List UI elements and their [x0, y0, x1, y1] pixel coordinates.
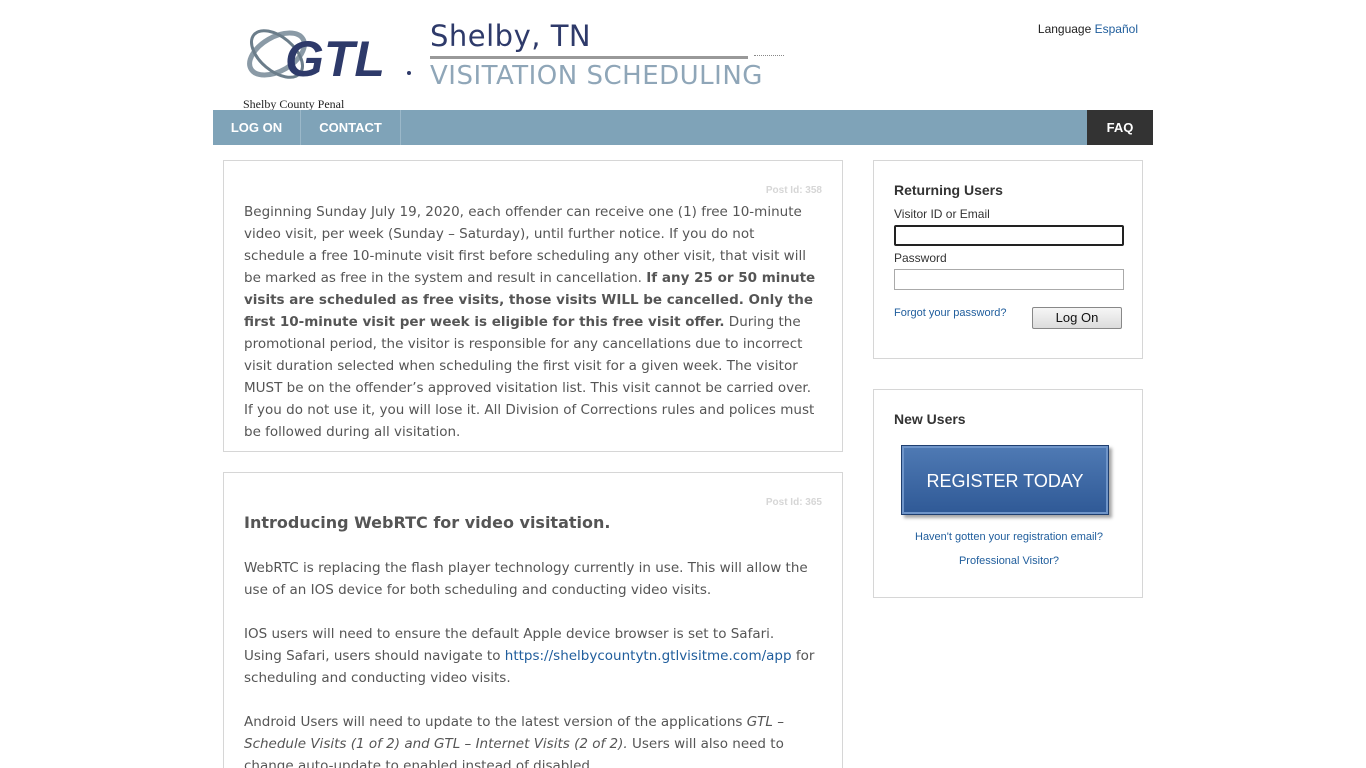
post-body: WebRTC is replacing the flash player tec…: [244, 557, 816, 768]
site-title: Shelby, TN VISITATION SCHEDULING: [430, 18, 784, 93]
post-paragraph: WebRTC is replacing the flash player tec…: [244, 560, 808, 598]
language-selector: Language Español: [1038, 22, 1138, 36]
post-body: Beginning Sunday July 19, 2020, each off…: [244, 201, 816, 443]
password-label: Password: [894, 251, 947, 265]
title-dots: [754, 55, 784, 56]
professional-visitor-link[interactable]: Professional Visitor?: [874, 555, 1144, 567]
language-label: Language: [1037, 22, 1092, 36]
password-input[interactable]: [894, 269, 1124, 290]
new-users-title: New Users: [894, 411, 966, 427]
gtl-logo-icon: GTL: [247, 29, 411, 87]
app-url-link[interactable]: https://shelbycountytn.gtlvisitme.com/ap…: [505, 648, 792, 664]
visitor-id-label: Visitor ID or Email: [894, 207, 990, 221]
login-box: Returning Users Visitor ID or Email Pass…: [873, 160, 1143, 359]
post-text: Android Users will need to update to the…: [244, 714, 747, 730]
announcement-post: Post Id: 365 Introducing WebRTC for vide…: [223, 472, 843, 768]
forgot-password-link[interactable]: Forgot your password?: [894, 307, 1007, 319]
visitor-id-input[interactable]: [894, 225, 1124, 246]
post-id: Post Id: 358: [765, 185, 822, 196]
register-today-button[interactable]: REGISTER TODAY: [901, 445, 1109, 515]
post-id: Post Id: 365: [765, 497, 822, 508]
logo-text: GTL: [285, 31, 385, 87]
registration-email-link[interactable]: Haven't gotten your registration email?: [874, 531, 1144, 543]
post-paragraph: Android Users will need to update to the…: [244, 711, 816, 768]
post-heading: Introducing WebRTC for video visitation.: [244, 513, 611, 532]
page: GTL Shelby, TN VISITATION SCHEDULING She…: [213, 0, 1153, 768]
nav-faq[interactable]: FAQ: [1087, 110, 1153, 145]
gtl-logo[interactable]: GTL: [243, 18, 413, 88]
login-title: Returning Users: [894, 182, 1003, 198]
title-city: Shelby, TN: [430, 19, 592, 53]
nav-contact[interactable]: CONTACT: [301, 110, 401, 145]
nav-logon[interactable]: LOG ON: [213, 110, 301, 145]
new-users-box: New Users REGISTER TODAY Haven't gotten …: [873, 389, 1143, 598]
announcement-post: Post Id: 358 Beginning Sunday July 19, 2…: [223, 160, 843, 452]
title-subtitle: VISITATION SCHEDULING: [430, 61, 763, 91]
main-nav: LOG ON CONTACT FAQ: [213, 110, 1153, 145]
logon-button[interactable]: Log On: [1032, 307, 1122, 329]
language-link-espanol[interactable]: Español: [1095, 22, 1138, 36]
post-paragraph: IOS users will need to ensure the defaul…: [244, 623, 816, 689]
post-text-continued: During the promotional period, the visit…: [244, 314, 815, 440]
